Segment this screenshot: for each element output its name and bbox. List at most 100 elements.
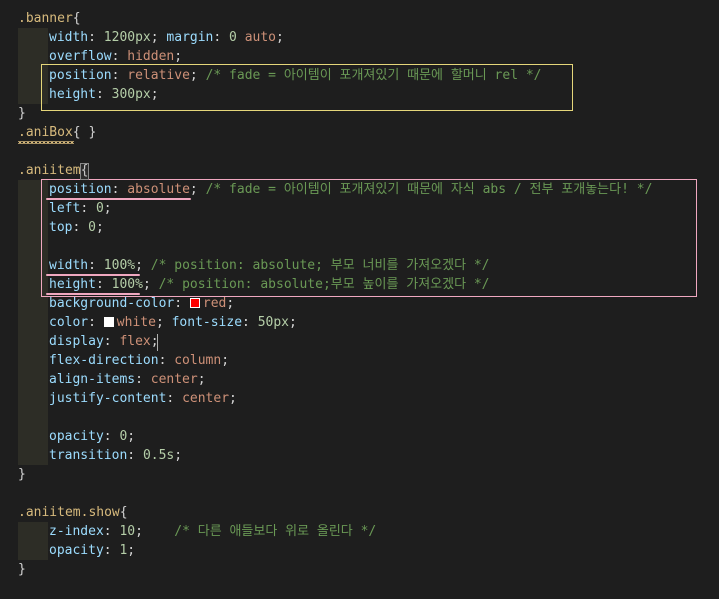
code-token-number: 0 xyxy=(88,220,96,235)
code-line[interactable] xyxy=(0,408,719,427)
code-token-comment: /* 다른 애들보다 위로 올린다 */ xyxy=(174,524,377,539)
code-token-value-keyword: red xyxy=(202,296,227,311)
code-token-property: top xyxy=(49,220,73,235)
code-token-property: font-size xyxy=(171,315,243,330)
code-token-punctuation: ; xyxy=(189,68,206,83)
code-token-punctuation: { } xyxy=(72,125,97,140)
code-token-property: width xyxy=(49,258,89,273)
code-text: flex-direction: column; xyxy=(49,351,229,370)
code-token-punctuation: ; xyxy=(135,524,175,539)
code-token-value-keyword: absolute xyxy=(127,182,190,197)
code-line[interactable]: .aniBox{ } xyxy=(0,123,719,142)
code-line[interactable]: background-color: red; xyxy=(0,294,719,313)
code-token-property: background-color xyxy=(49,296,175,311)
code-token-number: 50px xyxy=(257,315,290,330)
code-token-punctuation: : xyxy=(158,353,175,368)
code-line[interactable]: z-index: 10; /* 다른 애들보다 위로 올린다 */ xyxy=(0,522,719,541)
code-token-punctuation: : xyxy=(103,429,120,444)
code-token-property: display xyxy=(49,334,104,349)
code-line[interactable]: .banner{ xyxy=(0,9,719,28)
code-token-property: overflow xyxy=(49,49,112,64)
code-token-value-keyword: center xyxy=(182,391,230,406)
code-line[interactable]: top: 0; xyxy=(0,218,719,237)
code-token-punctuation: : xyxy=(174,296,190,311)
code-token-number: 0.5s xyxy=(142,448,175,463)
code-line[interactable]: position: absolute; /* fade = 아이템이 포개져있기… xyxy=(0,180,719,199)
code-token-punctuation: : xyxy=(88,30,104,45)
code-line[interactable] xyxy=(0,142,719,161)
code-token-punctuation: : xyxy=(80,201,96,216)
code-line[interactable]: left: 0; xyxy=(0,199,719,218)
code-token-punctuation: ; xyxy=(142,277,159,292)
color-swatch-icon[interactable] xyxy=(189,298,200,308)
code-token-value-keyword: hidden xyxy=(127,49,175,64)
code-token-property: height xyxy=(49,87,96,102)
code-editor[interactable]: .banner{width: 1200px; margin: 0 auto; ov… xyxy=(0,0,719,599)
code-line[interactable]: justify-content: center; xyxy=(0,389,719,408)
code-line[interactable]: align-items: center; xyxy=(0,370,719,389)
code-token-number: 300px xyxy=(111,87,151,102)
code-token-punctuation: ; xyxy=(150,30,167,45)
code-line[interactable]: height: 300px; xyxy=(0,85,719,104)
code-text: top: 0; xyxy=(49,218,104,237)
code-text: } xyxy=(18,560,26,579)
code-line[interactable] xyxy=(0,484,719,503)
code-line[interactable]: .aniitem{ xyxy=(0,161,719,180)
code-text: left: 0; xyxy=(49,199,112,218)
code-text: color: white; font-size: 50px; xyxy=(49,313,297,332)
code-token-punctuation: : xyxy=(213,30,230,45)
code-token-punctuation: ; xyxy=(127,429,136,444)
code-token-property: opacity xyxy=(49,543,104,558)
code-text: .aniitem.show{ xyxy=(18,503,128,522)
code-text: opacity: 0; xyxy=(49,427,135,446)
code-token-punctuation: ; xyxy=(135,258,151,273)
color-swatch-icon[interactable] xyxy=(103,317,114,327)
code-line[interactable]: position: relative; /* fade = 아이템이 포개져있기… xyxy=(0,66,719,85)
code-token-selector: .aniitem.show xyxy=(18,505,120,520)
code-token-comment: /* position: absolute; 부모 너비를 가져오겠다 */ xyxy=(150,258,490,273)
code-line[interactable]: display: flex; xyxy=(0,332,719,351)
code-line[interactable]: flex-direction: column; xyxy=(0,351,719,370)
code-token-property: align-items xyxy=(49,372,136,387)
text-cursor xyxy=(157,334,158,351)
code-token-selector: .banner xyxy=(18,11,73,26)
code-line[interactable]: height: 100%; /* position: absolute;부모 높… xyxy=(0,275,719,294)
code-token-value-keyword: column xyxy=(174,353,222,368)
code-token-punctuation: ; xyxy=(174,49,183,64)
code-token-property: flex-direction xyxy=(49,353,159,368)
code-line[interactable]: width: 100%; /* position: absolute; 부모 너… xyxy=(0,256,719,275)
code-line[interactable]: opacity: 0; xyxy=(0,427,719,446)
code-token-punctuation: ; xyxy=(95,220,104,235)
code-token-comment: /* position: absolute;부모 높이를 가져오겠다 */ xyxy=(158,277,490,292)
code-text: } xyxy=(18,104,26,123)
code-text: .banner{ xyxy=(18,9,81,28)
code-token-punctuation: : xyxy=(103,334,120,349)
code-token-punctuation: ; xyxy=(276,30,284,45)
code-token-punctuation: : xyxy=(103,543,120,558)
code-token-comment: /* fade = 아이템이 포개져있기 때문에 할머니 rel */ xyxy=(205,68,542,83)
code-token-punctuation: : xyxy=(242,315,258,330)
code-line[interactable]: width: 1200px; margin: 0 auto; xyxy=(0,28,719,47)
code-token-property: margin xyxy=(166,30,214,45)
code-token-punctuation: { xyxy=(72,11,81,26)
code-token-property: position xyxy=(49,182,112,197)
code-token-punctuation: ; xyxy=(229,391,237,406)
code-line[interactable]: transition: 0.5s; xyxy=(0,446,719,465)
code-token-punctuation: : xyxy=(166,391,183,406)
code-line[interactable]: color: white; font-size: 50px; xyxy=(0,313,719,332)
code-text: width: 100%; /* position: absolute; 부모 너… xyxy=(49,256,490,275)
code-line[interactable]: } xyxy=(0,104,719,123)
code-line[interactable]: } xyxy=(0,465,719,484)
code-token-punctuation: ; xyxy=(189,182,206,197)
code-line[interactable] xyxy=(0,237,719,256)
code-text: z-index: 10; /* 다른 애들보다 위로 올린다 */ xyxy=(49,522,376,541)
code-token-value-keyword: flex xyxy=(119,334,151,349)
code-line[interactable]: overflow: hidden; xyxy=(0,47,719,66)
code-token-comment: /* fade = 아이템이 포개져있기 때문에 자식 abs / 전부 포개놓… xyxy=(205,182,653,197)
code-line[interactable]: } xyxy=(0,560,719,579)
code-token-property: z-index xyxy=(49,524,104,539)
code-line[interactable]: .aniitem.show{ xyxy=(0,503,719,522)
code-text: overflow: hidden; xyxy=(49,47,182,66)
code-token-property: opacity xyxy=(49,429,104,444)
code-line[interactable]: opacity: 1; xyxy=(0,541,719,560)
